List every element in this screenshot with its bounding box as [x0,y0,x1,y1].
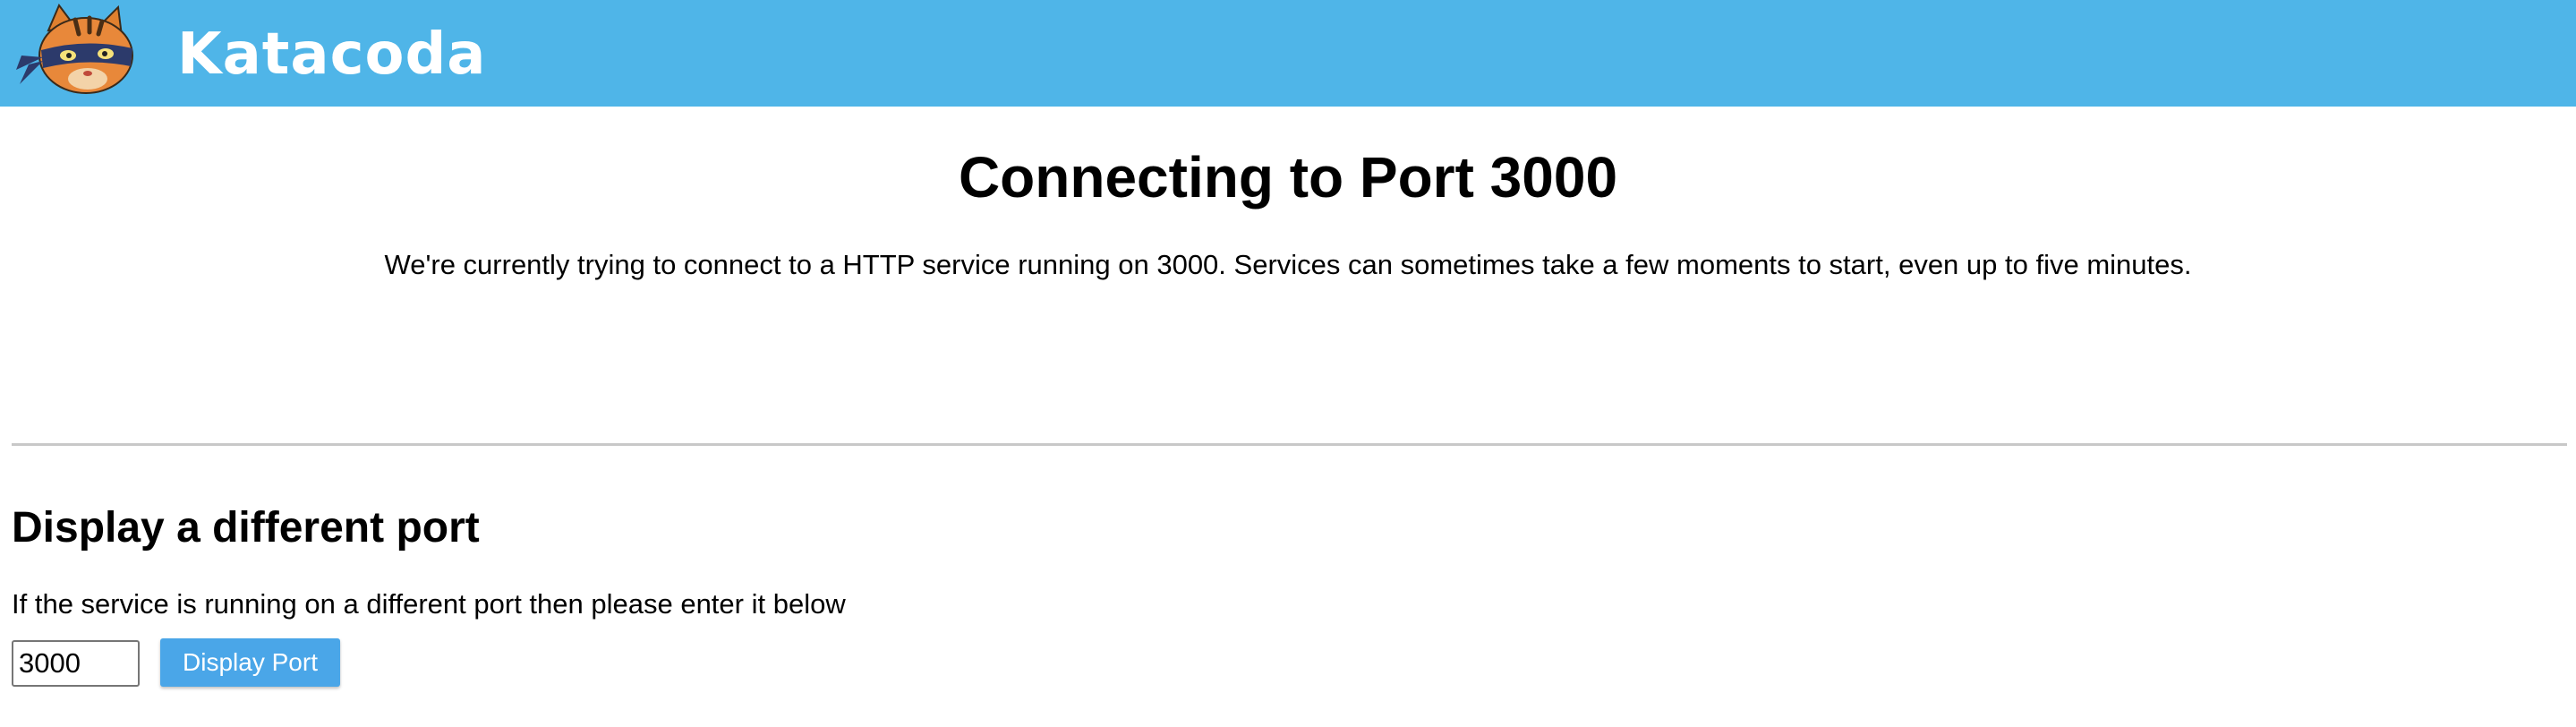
display-port-button[interactable]: Display Port [160,638,340,687]
page-title: Connecting to Port 3000 [958,145,1618,210]
katacoda-wordmark[interactable]: Katacoda [177,14,486,95]
section-divider [12,443,2567,446]
port-number-input[interactable] [12,640,140,687]
different-port-instructions: If the service is running on a different… [12,588,846,620]
katacoda-cat-logo-icon[interactable] [13,4,154,104]
connection-status-text: We're currently trying to connect to a H… [384,249,2192,280]
different-port-heading: Display a different port [12,504,480,552]
top-header-bar: Katacoda [0,0,2576,107]
